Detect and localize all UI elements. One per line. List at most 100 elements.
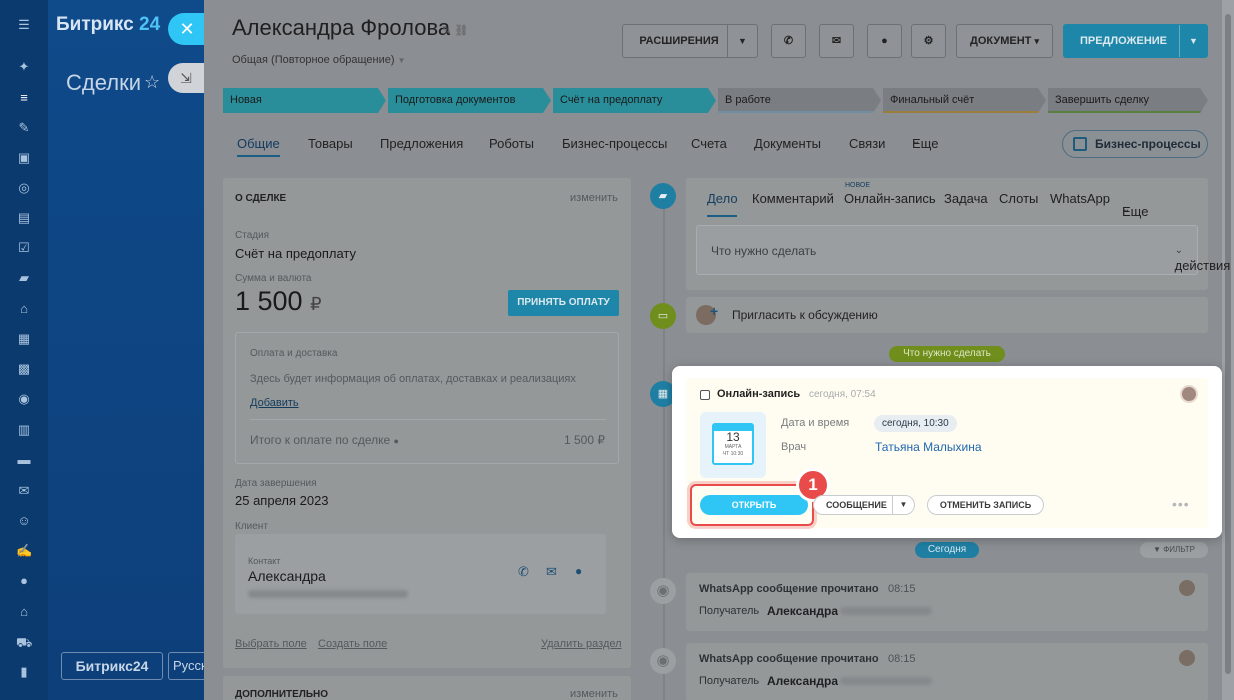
stage-prepayment-invoice[interactable]: Счёт на предоплату: [553, 88, 716, 113]
star-icon[interactable]: ☆: [144, 72, 160, 93]
sign-icon[interactable]: ✍: [16, 544, 32, 558]
calendar-icon[interactable]: ▦: [16, 332, 32, 346]
deal-info-card: О СДЕЛКЕ изменить Стадия Счёт на предопл…: [223, 178, 631, 668]
chevron-down-icon: ▼: [892, 496, 914, 514]
invite-bar[interactable]: + Пригласить к обсуждению: [686, 297, 1208, 333]
done-checkbox[interactable]: [700, 390, 710, 400]
create-field-link[interactable]: Создать поле: [318, 638, 387, 650]
tab-documents[interactable]: Документы: [754, 136, 821, 151]
tab-general[interactable]: Общие: [237, 136, 280, 157]
tab-whatsapp[interactable]: WhatsApp: [1050, 191, 1110, 206]
add-payment-link[interactable]: Добавить: [250, 397, 299, 409]
collapse-slider-button[interactable]: ⇲: [168, 63, 204, 93]
avatar: [1179, 650, 1195, 666]
mail-icon[interactable]: ✉: [16, 484, 32, 498]
mail-icon[interactable]: ✉: [819, 24, 854, 58]
bitrix24-bottom-logo[interactable]: Битрикс24: [61, 652, 163, 680]
bank-icon[interactable]: ⌂: [16, 605, 32, 619]
tab-robots[interactable]: Роботы: [489, 136, 534, 151]
delete-section-link[interactable]: Удалить раздел: [541, 638, 622, 650]
phone-icon[interactable]: ✆: [771, 24, 806, 58]
users-icon[interactable]: ☺: [16, 514, 32, 528]
booking-title: Онлайн-запись: [717, 388, 801, 400]
filter-button[interactable]: ▼ ФИЛЬТР: [1140, 542, 1208, 558]
open-button[interactable]: ОТКРЫТЬ: [700, 495, 808, 515]
accept-payment-button[interactable]: ПРИНЯТЬ ОПЛАТУ: [508, 290, 619, 316]
close-slider-button[interactable]: ✕: [168, 13, 204, 45]
puzzle-icon[interactable]: ✦: [16, 60, 32, 74]
menu-icon[interactable]: ☰: [16, 18, 32, 32]
task-icon[interactable]: ✎: [16, 121, 32, 135]
document-icon[interactable]: ▥: [16, 423, 32, 437]
timeline-line: [663, 196, 665, 700]
chart-icon[interactable]: ▮: [16, 665, 32, 679]
tab-comment[interactable]: Комментарий: [752, 191, 834, 206]
left-icon-bar: ☰ ✦ ≡ ✎ ▣ ◎ ▤ ☑ ▰ ⌂ ▦ ▩ ◉ ▥ ▬ ✉ ☺ ✍ ● ⌂ …: [0, 0, 48, 700]
deal-name: Александра Фролова: [232, 15, 451, 40]
robot-icon[interactable]: ⌂: [16, 302, 32, 316]
tab-task[interactable]: Задача: [944, 191, 988, 206]
tab-products[interactable]: Товары: [308, 136, 353, 151]
tab-slots[interactable]: Слоты: [999, 191, 1038, 206]
close-date-label: Дата завершения: [235, 478, 317, 489]
stage-in-work[interactable]: В работе: [718, 88, 881, 113]
tab-links[interactable]: Связи: [849, 136, 885, 151]
document-button[interactable]: ДОКУМЕНТ ▾: [956, 24, 1053, 58]
tab-invoices[interactable]: Счета: [691, 136, 727, 151]
choose-field-link[interactable]: Выбрать поле: [235, 638, 307, 650]
bitrix-logo[interactable]: Битрикс 24: [56, 14, 160, 36]
doctor-link[interactable]: Татьяна Малыхина: [875, 440, 982, 454]
stage-finish-deal[interactable]: Завершить сделку: [1048, 88, 1208, 113]
page-title: Сделки: [66, 70, 141, 95]
checklist-icon[interactable]: ☑: [16, 241, 32, 255]
stage-prepare-docs[interactable]: Подготовка документов: [388, 88, 551, 113]
chat-button-icon[interactable]: ●: [867, 24, 902, 58]
circle-icon[interactable]: ●: [16, 574, 32, 588]
deal-category[interactable]: Общая (Повторное обращение) ▼: [232, 54, 406, 66]
date-label: Дата и время: [781, 417, 850, 429]
cart-icon[interactable]: ⛟: [16, 636, 32, 650]
additional-card: ДОПОЛНИТЕЛЬНО изменить: [223, 676, 631, 700]
mail-icon[interactable]: ✉: [546, 564, 557, 580]
edit-link[interactable]: изменить: [570, 688, 618, 700]
business-processes-button[interactable]: Бизнес-процессы: [1062, 130, 1208, 158]
offer-button[interactable]: ПРЕДЛОЖЕНИЕ ▼: [1063, 24, 1208, 58]
message-button[interactable]: СООБЩЕНИЕ ▼: [813, 495, 915, 515]
language-selector[interactable]: Русский: [168, 652, 204, 680]
calendar-icon: 13 МАРТА ЧТ 10:30: [700, 412, 766, 478]
flow-icon: [1073, 137, 1087, 151]
contact-name[interactable]: Александра: [248, 568, 326, 584]
actions-dropdown[interactable]: действия ⌄: [1175, 245, 1231, 273]
contact-card-icon[interactable]: ▣: [16, 151, 32, 165]
tab-business-processes[interactable]: Бизнес-процессы: [562, 136, 667, 151]
tab-task-activity[interactable]: Дело: [707, 191, 738, 206]
target-icon[interactable]: ◉: [16, 392, 32, 406]
info-icon: ●: [393, 436, 399, 446]
more-icon[interactable]: •••: [1172, 496, 1190, 512]
tab-online-booking[interactable]: Онлайн-запись: [844, 191, 936, 206]
gear-icon[interactable]: ⚙: [911, 24, 946, 58]
tab-offers[interactable]: Предложения: [380, 136, 463, 151]
cancel-booking-button[interactable]: ОТМЕНИТЬ ЗАПИСЬ: [927, 495, 1044, 515]
phone-icon[interactable]: ✆: [518, 564, 529, 580]
edit-link[interactable]: изменить: [570, 192, 618, 204]
invoice-icon[interactable]: ▤: [16, 211, 32, 225]
stage-final-invoice[interactable]: Финальный счёт: [883, 88, 1046, 113]
close-date-value: 25 апреля 2023: [235, 493, 329, 508]
filter-icon[interactable]: ≡: [16, 91, 32, 105]
stage-new[interactable]: Новая: [223, 88, 386, 113]
group-icon[interactable]: ◎: [16, 181, 32, 195]
activity-editor: Дело Комментарий Онлайн-запись НОВОЕ Зад…: [686, 178, 1231, 290]
chat-icon[interactable]: ▰: [16, 271, 32, 285]
edit-icon[interactable]: ✎ ⛓: [442, 24, 468, 37]
extensions-button[interactable]: РАСШИРЕНИЯ ▼: [622, 24, 758, 58]
todo-pill: Что нужно сделать: [889, 346, 1005, 362]
new-badge: НОВОЕ: [845, 182, 871, 189]
todo-input[interactable]: Что нужно сделать действия ⌄: [696, 225, 1231, 275]
scrollbar[interactable]: [1222, 0, 1234, 700]
inbox-icon[interactable]: ▬: [16, 453, 32, 467]
chat-icon[interactable]: ●: [575, 564, 582, 578]
calendar-check-icon[interactable]: ▩: [16, 362, 32, 376]
booking-time: сегодня, 07:54: [809, 389, 876, 400]
contact-details-blurred: [248, 590, 408, 598]
